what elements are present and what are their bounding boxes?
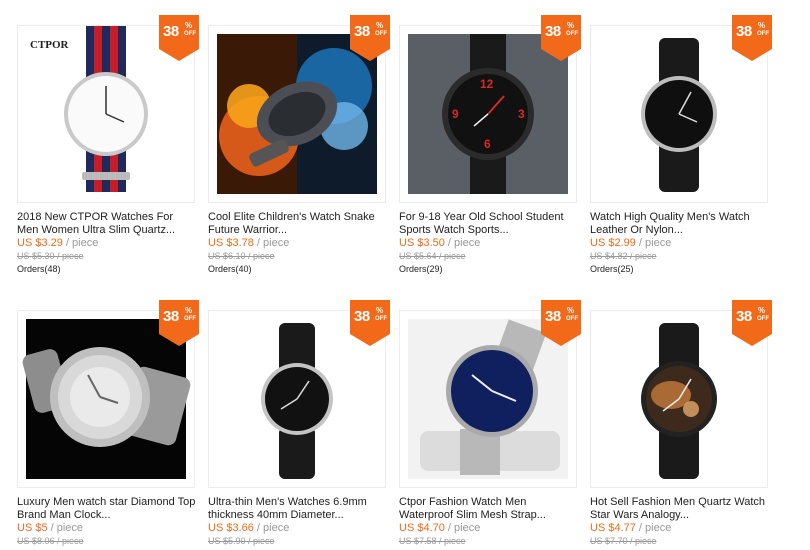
product-price: US $3.50 / piece <box>399 237 481 249</box>
product-card[interactable]: 12 3 6 9 38 % OFF For 9-18 Year Old Scho… <box>399 15 581 276</box>
discount-badge: 38 % OFF <box>159 300 199 346</box>
product-title[interactable]: Watch High Quality Men's Watch Leather O… <box>590 211 770 236</box>
discount-badge: 38 % OFF <box>732 300 772 346</box>
product-card[interactable]: 38 % OFF Cool Elite Children's Watch Sna… <box>208 15 390 276</box>
discount-badge: 38 % OFF <box>541 15 581 61</box>
badge-percent: % <box>567 21 575 30</box>
original-price: US $7.70 / piece <box>590 536 657 546</box>
discount-badge: 38 % OFF <box>350 300 390 346</box>
product-title[interactable]: For 9-18 Year Old School Student Sports … <box>399 211 579 236</box>
badge-percent: % <box>376 21 384 30</box>
badge-percent: % <box>185 21 193 30</box>
product-title[interactable]: Ctpor Fashion Watch Men Waterproof Slim … <box>399 496 579 521</box>
product-card[interactable]: 38 % OFF Luxury Men watch star Diamond T… <box>17 300 199 548</box>
original-price: US $5.90 / piece <box>208 536 275 546</box>
discount-badge: 38 % OFF <box>159 15 199 61</box>
original-price: US $4.82 / piece <box>590 251 657 261</box>
product-price: US $2.99 / piece <box>590 237 672 249</box>
badge-number: 38 <box>163 308 179 325</box>
order-count: Orders(48) <box>17 264 61 274</box>
original-price: US $5.64 / piece <box>399 251 466 261</box>
badge-percent: % <box>758 21 766 30</box>
badge-percent: % <box>376 306 384 315</box>
svg-text:9: 9 <box>452 107 459 121</box>
badge-number: 38 <box>545 308 561 325</box>
badge-percent: % <box>185 306 193 315</box>
svg-text:12: 12 <box>480 77 494 91</box>
badge-off: OFF <box>184 316 196 322</box>
product-price: US $3.78 / piece <box>208 237 290 249</box>
product-card[interactable]: 38 % OFF Ctpor Fashion Watch Men Waterpr… <box>399 300 581 548</box>
badge-off: OFF <box>757 316 769 322</box>
badge-off: OFF <box>184 31 196 37</box>
badge-off: OFF <box>757 31 769 37</box>
product-grid: CTPOR 38 % OFF 2018 New CTPOR Watches Fo… <box>0 0 810 550</box>
product-card[interactable]: CTPOR 38 % OFF 2018 New CTPOR Watches Fo… <box>17 15 199 276</box>
product-price: US $4.77 / piece <box>590 522 672 534</box>
original-price: US $6.10 / piece <box>208 251 275 261</box>
svg-text:6: 6 <box>484 137 491 151</box>
discount-badge: 38 % OFF <box>541 300 581 346</box>
product-price: US $4.70 / piece <box>399 522 481 534</box>
product-title[interactable]: Luxury Men watch star Diamond Top Brand … <box>17 496 197 521</box>
badge-off: OFF <box>375 316 387 322</box>
product-card[interactable]: 38 % OFF Hot Sell Fashion Men Quartz Wat… <box>590 300 772 548</box>
order-count: Orders(25) <box>590 264 634 274</box>
badge-off: OFF <box>566 316 578 322</box>
discount-badge: 38 % OFF <box>350 15 390 61</box>
badge-number: 38 <box>545 23 561 40</box>
product-card[interactable]: 38 % OFF Ultra-thin Men's Watches 6.9mm … <box>208 300 390 548</box>
badge-percent: % <box>567 306 575 315</box>
svg-text:3: 3 <box>518 107 525 121</box>
product-price: US $3.29 / piece <box>17 237 99 249</box>
discount-badge: 38 % OFF <box>732 15 772 61</box>
product-title[interactable]: Cool Elite Children's Watch Snake Future… <box>208 211 388 236</box>
product-price: US $5 / piece <box>17 522 84 534</box>
order-count: Orders(40) <box>208 264 252 274</box>
product-card[interactable]: 38 % OFF Watch High Quality Men's Watch … <box>590 15 772 276</box>
product-title[interactable]: 2018 New CTPOR Watches For Men Women Ult… <box>17 211 197 236</box>
original-price: US $5.30 / piece <box>17 251 84 261</box>
product-price: US $3.66 / piece <box>208 522 290 534</box>
badge-off: OFF <box>566 31 578 37</box>
original-price: US $7.58 / piece <box>399 536 466 546</box>
badge-number: 38 <box>354 23 370 40</box>
product-title[interactable]: Hot Sell Fashion Men Quartz Watch Star W… <box>590 496 770 521</box>
badge-percent: % <box>758 306 766 315</box>
original-price: US $8.06 / piece <box>17 536 84 546</box>
badge-number: 38 <box>736 308 752 325</box>
badge-number: 38 <box>163 23 179 40</box>
product-title[interactable]: Ultra-thin Men's Watches 6.9mm thickness… <box>208 496 388 521</box>
badge-number: 38 <box>736 23 752 40</box>
badge-off: OFF <box>375 31 387 37</box>
badge-number: 38 <box>354 308 370 325</box>
order-count: Orders(29) <box>399 264 443 274</box>
brand-text: CTPOR <box>30 39 70 51</box>
